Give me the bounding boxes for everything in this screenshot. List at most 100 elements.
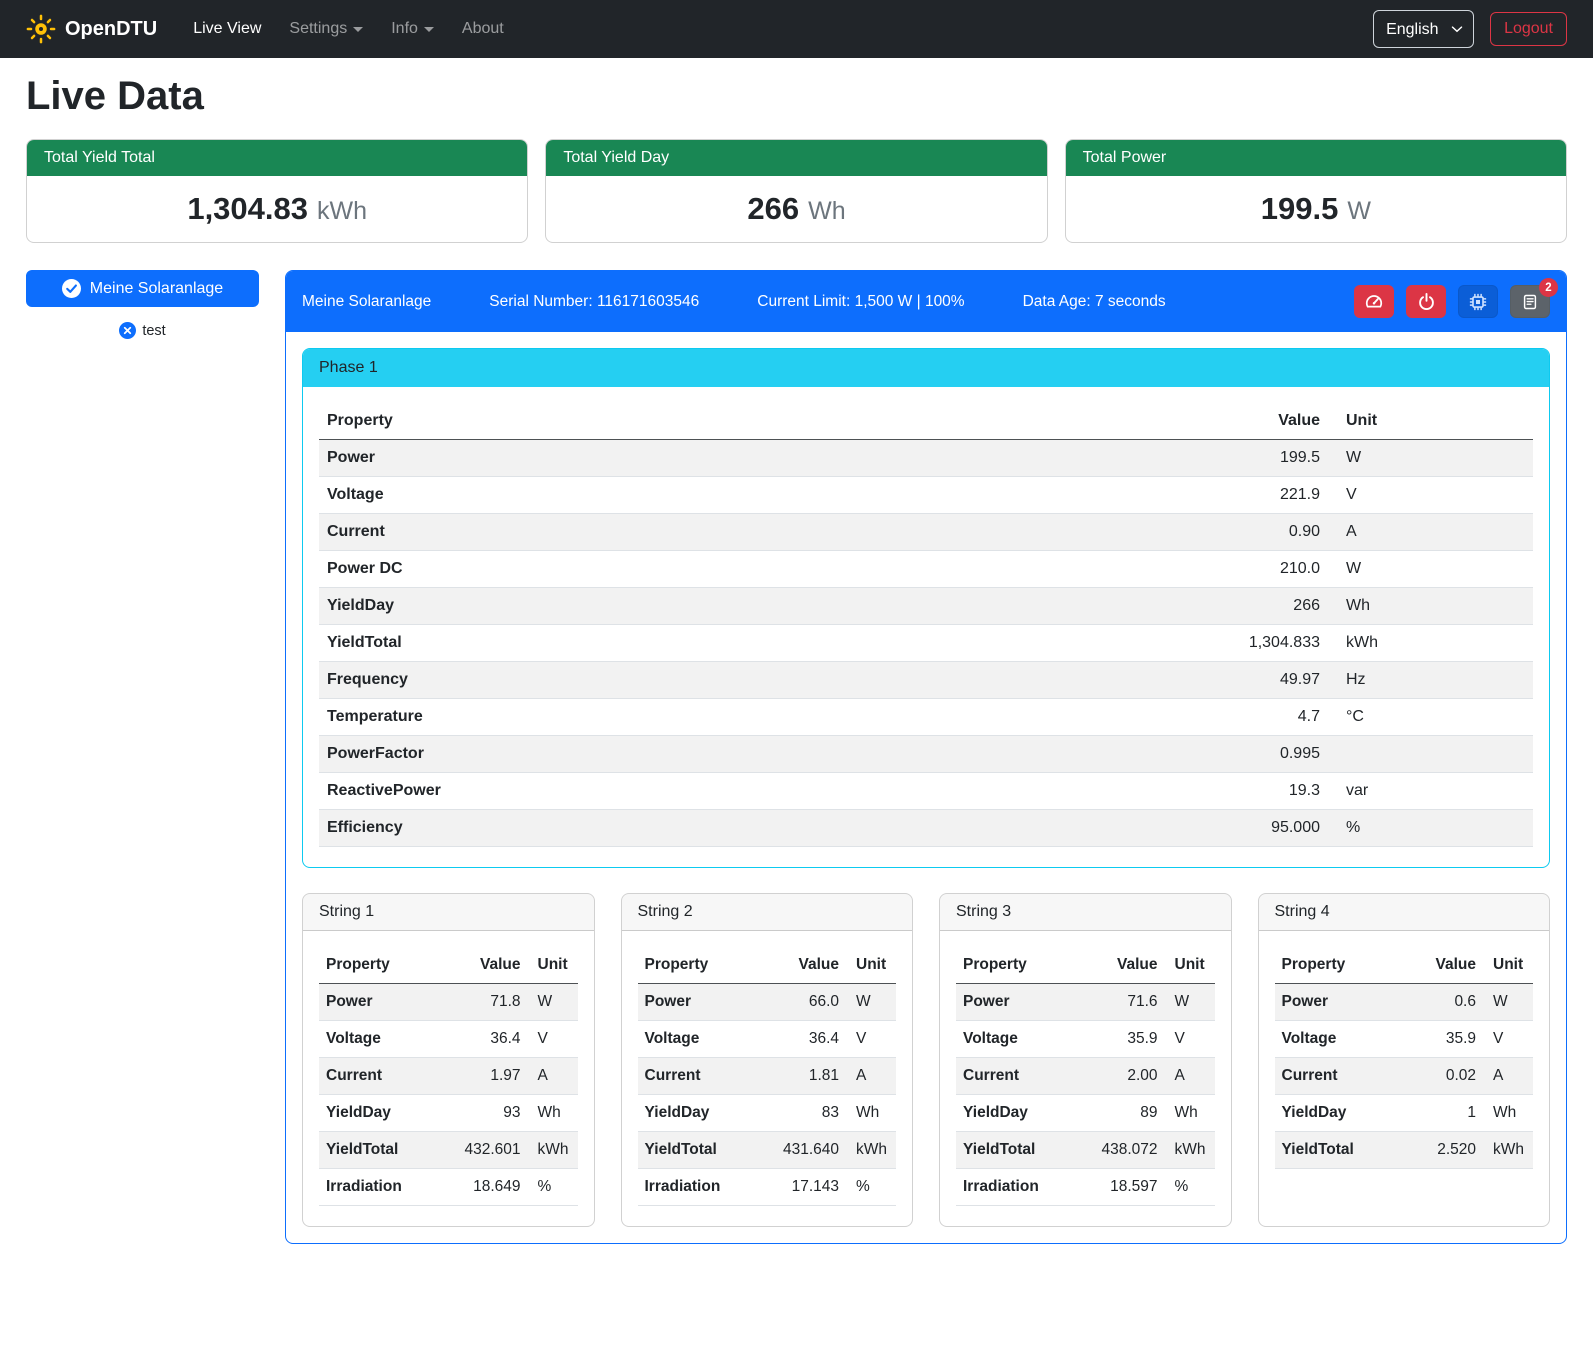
power-button[interactable] xyxy=(1406,285,1446,318)
row-unit: kWh xyxy=(528,1132,578,1169)
row-property: Temperature xyxy=(319,699,1198,736)
row-value: 0.995 xyxy=(1198,736,1328,773)
table-row: Current0.02A xyxy=(1275,1058,1534,1095)
nav-settings[interactable]: Settings xyxy=(277,12,375,46)
limit-settings-button[interactable] xyxy=(1354,285,1394,318)
row-value: 19.3 xyxy=(1198,773,1328,810)
sidebar-item-inverter[interactable]: Meine Solaranlage xyxy=(26,270,259,307)
row-property: Voltage xyxy=(638,1021,775,1058)
row-value: 438.072 xyxy=(1093,1132,1165,1169)
row-property: Current xyxy=(1275,1058,1412,1095)
table-row: Power71.6W xyxy=(956,984,1215,1021)
nav-info[interactable]: Info xyxy=(379,12,446,46)
row-property: Power xyxy=(956,984,1093,1021)
table-row: YieldDay1Wh xyxy=(1275,1095,1534,1132)
brand[interactable]: OpenDTU xyxy=(26,14,157,44)
table-row: Irradiation18.597% xyxy=(956,1169,1215,1206)
summary-value: 1,304.83 xyxy=(187,191,308,226)
row-unit: % xyxy=(846,1169,896,1206)
row-property: Power DC xyxy=(319,551,1198,588)
row-unit: A xyxy=(1328,514,1533,551)
nav-live-view[interactable]: Live View xyxy=(181,12,273,46)
row-property: YieldDay xyxy=(319,588,1198,625)
row-unit: kWh xyxy=(1165,1132,1215,1169)
row-value: 18.649 xyxy=(456,1169,528,1206)
col-unit: Unit xyxy=(1328,403,1533,440)
row-unit: W xyxy=(1328,551,1533,588)
row-value: 71.6 xyxy=(1093,984,1165,1021)
col-property: Property xyxy=(956,947,1093,984)
row-unit: W xyxy=(528,984,578,1021)
row-value: 210.0 xyxy=(1198,551,1328,588)
table-row: Voltage35.9V xyxy=(1275,1021,1534,1058)
nav-about[interactable]: About xyxy=(450,12,516,46)
row-property: Power xyxy=(319,984,456,1021)
cpu-icon xyxy=(1468,292,1488,312)
row-property: YieldTotal xyxy=(956,1132,1093,1169)
inverter-serial: Serial Number: 116171603546 xyxy=(489,293,699,311)
row-property: Voltage xyxy=(319,477,1198,514)
string-card-body: Property Value Unit Power0.6WVoltage35.9… xyxy=(1259,931,1550,1189)
row-value: 0.90 xyxy=(1198,514,1328,551)
event-log-button[interactable]: 2 xyxy=(1510,285,1550,318)
string-card-header: String 4 xyxy=(1259,894,1550,931)
row-value: 83 xyxy=(774,1095,846,1132)
row-property: Irradiation xyxy=(638,1169,775,1206)
nav-about-label: About xyxy=(462,20,504,38)
table-row: PowerFactor0.995 xyxy=(319,736,1533,773)
table-row: Power66.0W xyxy=(638,984,897,1021)
row-value: 4.7 xyxy=(1198,699,1328,736)
row-value: 18.597 xyxy=(1093,1169,1165,1206)
string-card-body: Property Value Unit Power66.0WVoltage36.… xyxy=(622,931,913,1226)
nav-info-label: Info xyxy=(391,20,418,38)
row-value: 49.97 xyxy=(1198,662,1328,699)
row-value: 2.00 xyxy=(1093,1058,1165,1095)
device-info-button[interactable] xyxy=(1458,285,1498,318)
row-value: 35.9 xyxy=(1411,1021,1483,1058)
row-value: 431.640 xyxy=(774,1132,846,1169)
language-select[interactable]: English xyxy=(1373,10,1474,48)
summary-value: 199.5 xyxy=(1261,191,1339,226)
logout-button[interactable]: Logout xyxy=(1490,12,1567,46)
row-value: 17.143 xyxy=(774,1169,846,1206)
row-property: Current xyxy=(638,1058,775,1095)
row-unit: W xyxy=(846,984,896,1021)
string-card-header: String 2 xyxy=(622,894,913,931)
string-card-3: String 3 Property Value Unit xyxy=(939,893,1232,1227)
row-property: Efficiency xyxy=(319,810,1198,847)
row-value: 89 xyxy=(1093,1095,1165,1132)
row-value: 1.97 xyxy=(456,1058,528,1095)
string-table: Property Value Unit Power0.6WVoltage35.9… xyxy=(1275,947,1534,1169)
row-value: 1.81 xyxy=(774,1058,846,1095)
table-header-row: Property Value Unit xyxy=(319,403,1533,440)
table-row: YieldTotal431.640kWh xyxy=(638,1132,897,1169)
row-value: 1,304.833 xyxy=(1198,625,1328,662)
row-property: YieldTotal xyxy=(319,625,1198,662)
inverter-limit: Current Limit: 1,500 W | 100% xyxy=(757,293,964,311)
sidebar-item-test[interactable]: test xyxy=(26,322,259,339)
row-value: 2.520 xyxy=(1411,1132,1483,1169)
table-row: Voltage221.9V xyxy=(319,477,1533,514)
language-select-control[interactable]: English xyxy=(1374,15,1473,44)
table-header-row: Property Value Unit xyxy=(638,947,897,984)
row-property: Frequency xyxy=(319,662,1198,699)
row-unit: A xyxy=(1483,1058,1533,1095)
card-total-power: Total Power 199.5W xyxy=(1065,139,1567,243)
power-icon xyxy=(1417,292,1436,311)
row-unit: Wh xyxy=(1328,588,1533,625)
col-value: Value xyxy=(774,947,846,984)
page-title: Live Data xyxy=(26,74,1567,119)
row-value: 1 xyxy=(1411,1095,1483,1132)
card-total-yield-day: Total Yield Day 266Wh xyxy=(545,139,1047,243)
table-row: Voltage35.9V xyxy=(956,1021,1215,1058)
row-value: 35.9 xyxy=(1093,1021,1165,1058)
row-unit: Wh xyxy=(846,1095,896,1132)
col-unit: Unit xyxy=(846,947,896,984)
table-row: Current0.90A xyxy=(319,514,1533,551)
col-property: Property xyxy=(638,947,775,984)
row-unit: kWh xyxy=(1328,625,1533,662)
row-value: 0.02 xyxy=(1411,1058,1483,1095)
summary-value: 266 xyxy=(747,191,799,226)
row-value: 93 xyxy=(456,1095,528,1132)
navbar: OpenDTU Live View Settings Info About En… xyxy=(0,0,1593,58)
